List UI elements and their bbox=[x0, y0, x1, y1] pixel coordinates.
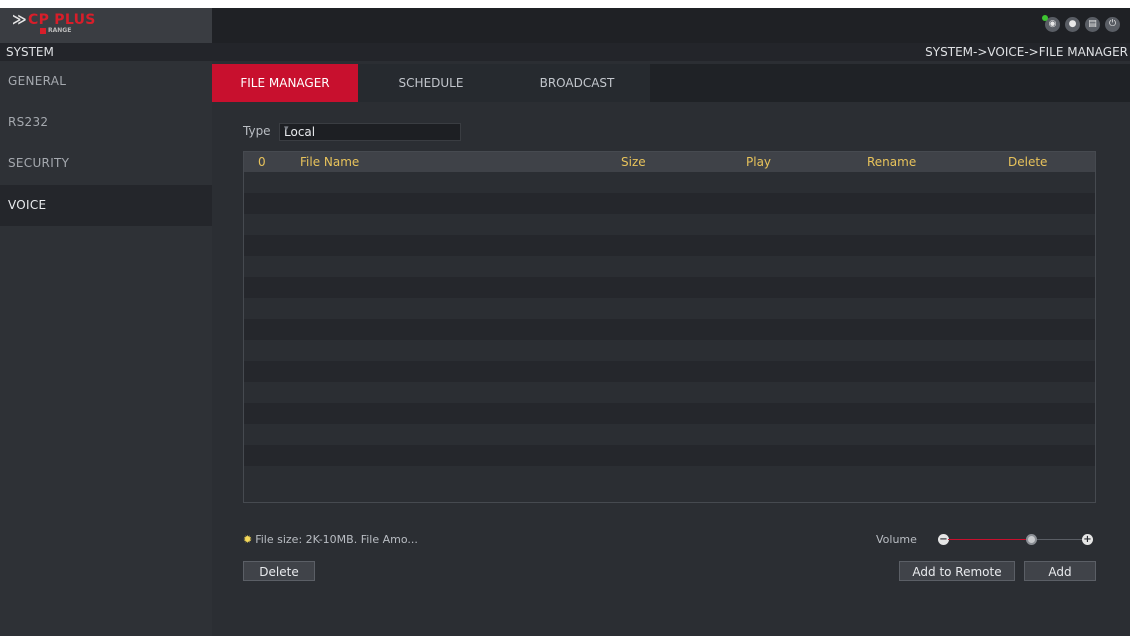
section-title: SYSTEM bbox=[6, 45, 54, 59]
table-header: 0 File Name Size Play Rename Delete bbox=[244, 152, 1095, 172]
power-icon[interactable]: ⏻ bbox=[1105, 17, 1120, 32]
col-size: Size bbox=[621, 155, 646, 169]
col-file-name: File Name bbox=[300, 155, 360, 169]
sidebar: GENERAL RS232 SECURITY VOICE bbox=[0, 61, 212, 636]
table-row bbox=[244, 466, 1095, 487]
tab-schedule[interactable]: SCHEDULE bbox=[358, 64, 504, 102]
logo-area: ≫ CP PLUS RANGE bbox=[0, 8, 212, 43]
table-row bbox=[244, 193, 1095, 214]
top-icons: ◉ ● ▤ ⏻ bbox=[1042, 15, 1120, 32]
logo-mark: ≫ bbox=[12, 12, 27, 28]
file-size-hint: ✹ File size: 2K-10MB. File Amo... bbox=[243, 533, 418, 546]
volume-plus-icon[interactable]: + bbox=[1082, 534, 1093, 545]
logo-sub: RANGE bbox=[40, 27, 71, 34]
col-play: Play bbox=[746, 155, 772, 169]
table-row bbox=[244, 277, 1095, 298]
select-all-count[interactable]: 0 bbox=[258, 155, 266, 169]
title-bar: SYSTEM SYSTEM->VOICE->FILE MANAGER bbox=[0, 43, 1130, 61]
top-bar: ≫ CP PLUS RANGE ◉ ● ▤ ⏻ bbox=[0, 8, 1130, 43]
table-row bbox=[244, 382, 1095, 403]
hint-text: File size: 2K-10MB. File Amo... bbox=[255, 533, 418, 546]
table-row bbox=[244, 445, 1095, 466]
sidebar-item-voice[interactable]: VOICE bbox=[0, 185, 212, 226]
table-row bbox=[244, 172, 1095, 193]
logo-brand: CP PLUS bbox=[28, 12, 96, 28]
sidebar-item-security[interactable]: SECURITY bbox=[0, 143, 212, 184]
sidebar-item-general[interactable]: GENERAL bbox=[0, 61, 212, 102]
table-row bbox=[244, 298, 1095, 319]
user-icon[interactable]: ● bbox=[1065, 17, 1080, 32]
table-row bbox=[244, 424, 1095, 445]
tab-file-manager[interactable]: FILE MANAGER bbox=[212, 64, 358, 102]
chevron-down-icon: ▾ bbox=[284, 124, 289, 134]
lightbulb-icon: ✹ bbox=[243, 533, 253, 546]
volume-label: Volume bbox=[876, 533, 917, 546]
delete-button[interactable]: Delete bbox=[243, 561, 315, 581]
status-dot bbox=[1042, 15, 1048, 21]
brand-logo: ≫ CP PLUS RANGE bbox=[12, 12, 102, 38]
table-row bbox=[244, 214, 1095, 235]
add-to-remote-button[interactable]: Add to Remote bbox=[899, 561, 1015, 581]
add-button[interactable]: Add bbox=[1024, 561, 1096, 581]
table-row bbox=[244, 361, 1095, 382]
tab-broadcast[interactable]: BROADCAST bbox=[504, 64, 650, 102]
eye-icon[interactable]: ◉ bbox=[1042, 15, 1060, 32]
col-delete: Delete bbox=[1008, 155, 1048, 169]
table-row bbox=[244, 340, 1095, 361]
type-select[interactable]: Local ▾ bbox=[279, 123, 461, 141]
sidebar-item-rs232[interactable]: RS232 bbox=[0, 102, 212, 143]
col-rename: Rename bbox=[867, 155, 917, 169]
table-row bbox=[244, 403, 1095, 424]
volume-control: Volume − + bbox=[876, 533, 1096, 547]
table-row bbox=[244, 235, 1095, 256]
tab-bar: FILE MANAGER SCHEDULE BROADCAST bbox=[212, 64, 1130, 102]
file-table: 0 File Name Size Play Rename Delete bbox=[243, 151, 1096, 503]
chat-icon[interactable]: ▤ bbox=[1085, 17, 1100, 32]
table-row bbox=[244, 256, 1095, 277]
volume-fill bbox=[948, 539, 1032, 540]
type-label: Type bbox=[243, 124, 271, 138]
main-panel: FILE MANAGER SCHEDULE BROADCAST Type Loc… bbox=[212, 61, 1130, 636]
table-row bbox=[244, 319, 1095, 340]
app-window: ≫ CP PLUS RANGE ◉ ● ▤ ⏻ SYSTEM SYSTEM->V… bbox=[0, 8, 1130, 636]
volume-slider-handle[interactable] bbox=[1026, 534, 1038, 545]
breadcrumb: SYSTEM->VOICE->FILE MANAGER bbox=[925, 45, 1128, 59]
